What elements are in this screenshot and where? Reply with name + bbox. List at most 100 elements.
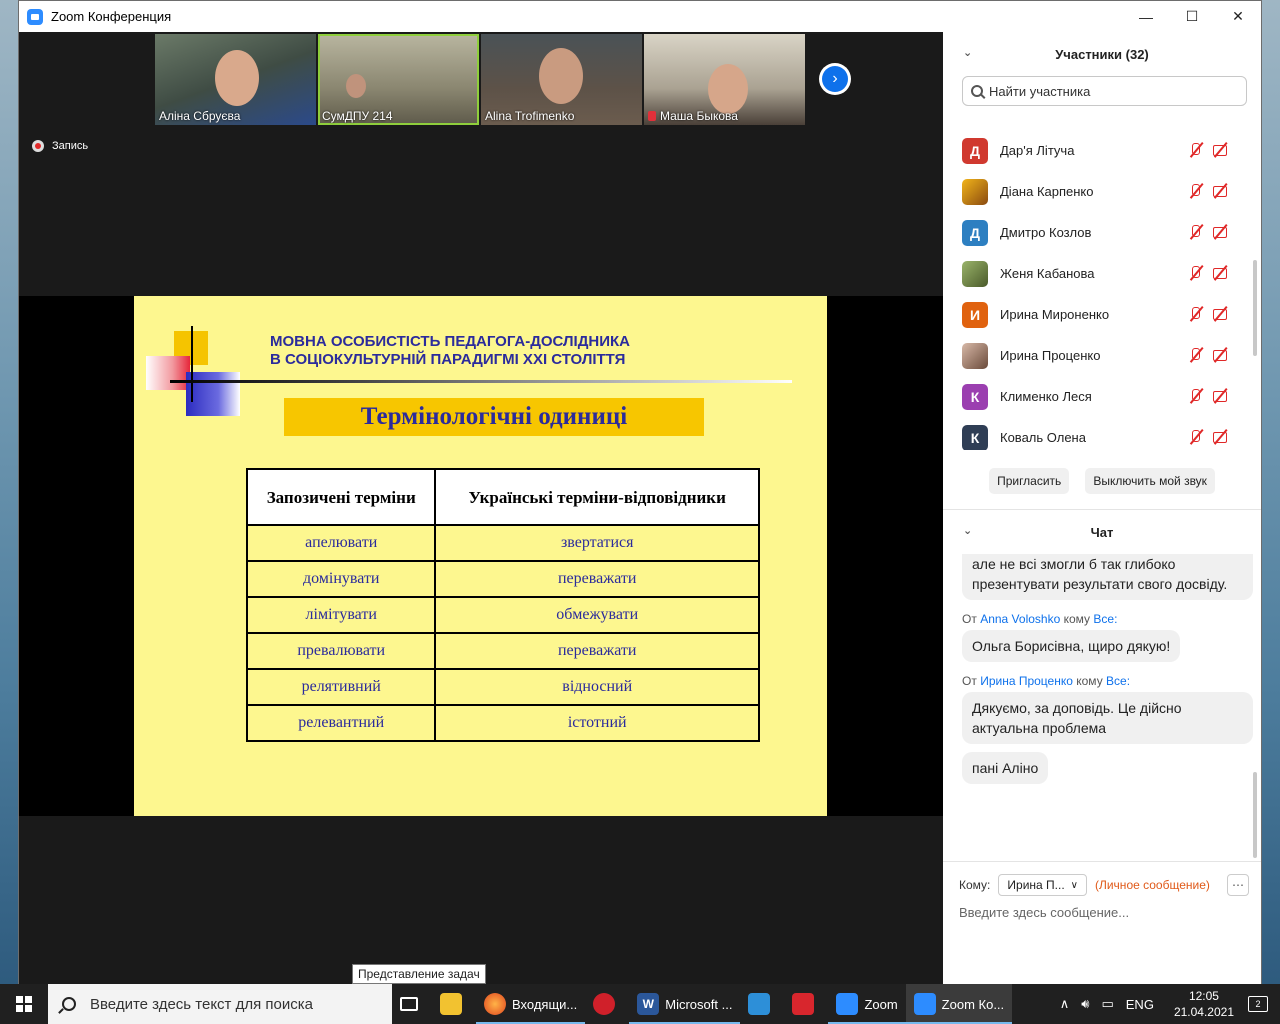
recipient-row: Кому: Ирина П... ∨ (Личное сообщение) ⋯ [959,874,1249,896]
participant-row[interactable]: Ирина Проценко [943,335,1251,376]
participant-row[interactable]: И Ирина Мироненко [943,294,1251,335]
sender-name[interactable]: Ирина Проценко [980,674,1073,688]
muted-mic-icon [648,111,656,121]
table-cell: переважати [434,632,760,670]
terms-table: Запозичені терміни Українські терміни-ві… [245,468,760,742]
language-indicator[interactable]: ENG [1126,997,1154,1012]
task-view-button[interactable] [392,984,432,1024]
maximize-button[interactable]: ☐ [1169,1,1215,32]
volume-icon[interactable]: 🔊︎ [1081,996,1089,1012]
participant-video [346,74,366,98]
mute-me-button[interactable]: Выключить мой звук [1085,468,1215,494]
chat-title: Чат [1090,524,1114,540]
table-row: релятивний відносний [245,668,760,706]
sender-name[interactable]: Anna Voloshko [980,612,1060,626]
windows-icon [16,996,32,1012]
video-off-icon [1213,307,1231,321]
taskbar-app-label: Zoom Ко... [941,996,1005,1012]
search-placeholder: Найти участника [989,83,1091,99]
video-thumbnail-active-speaker[interactable]: СумДПУ 214 [318,34,479,125]
taskbar-app-firefox[interactable]: Входящи... [476,984,586,1024]
clock-date: 21.04.2021 [1173,1005,1234,1019]
table-row: релевантний істотний [245,704,760,742]
to-word: кому [1076,674,1103,688]
from-word: От [962,674,977,688]
taskbar-app-pdf[interactable] [784,984,828,1024]
participant-row[interactable]: Женя Кабанова [943,253,1251,294]
recipient-name: Все: [1106,674,1131,688]
mic-muted-icon [1189,143,1203,157]
taskbar-app-zoom[interactable]: Zoom [828,984,906,1024]
table-cell: переважати [434,560,760,598]
table-cell: домінувати [245,560,437,598]
invite-button[interactable]: Пригласить [989,468,1070,494]
taskbar-app-word[interactable]: W Microsoft ... [629,984,741,1024]
notification-center-icon[interactable]: 2 [1248,996,1268,1012]
chevron-down-icon[interactable]: ⌄ [963,46,972,59]
chevron-down-icon[interactable]: ⌄ [963,524,972,537]
network-icon[interactable]: ▭ [1101,996,1113,1012]
video-thumbnail[interactable]: Аліна Сбруєва [155,34,316,125]
message-meta: От Anna Voloshko кому Все: [962,612,1253,626]
video-off-icon [1213,389,1231,403]
search-icon [971,85,983,97]
video-area: Аліна Сбруєва СумДПУ 214 Alina Trofimenk… [19,32,943,985]
taskbar-app-mail[interactable] [740,984,784,1024]
more-options-button[interactable]: ⋯ [1227,874,1249,896]
clock-time: 12:05 [1188,989,1219,1003]
file-explorer-button[interactable] [432,984,476,1024]
participant-name: Дар'я Літуча [1000,143,1075,158]
video-off-icon [1213,430,1231,444]
section-divider [943,861,1261,862]
clock[interactable]: 12:05 21.04.2021 [1174,988,1234,1020]
chat-scrollbar[interactable] [1253,772,1257,858]
screen-share-area: МОВНА ОСОБИСТІСТЬ ПЕДАГОГА-ДОСЛІДНИКА В … [19,296,943,816]
participant-video [539,48,583,104]
app-icon [593,993,616,1015]
mic-muted-icon [1189,430,1203,444]
participant-search-input[interactable]: Найти участника [962,76,1247,106]
video-off-icon [1213,266,1231,280]
window-title: Zoom Конференция [51,9,172,24]
from-word: От [962,612,977,626]
participant-row[interactable]: К Клименко Леся [943,376,1251,417]
participant-video [708,64,748,114]
taskbar-app-label: Входящи... [512,996,578,1012]
table-row: лімітувати обмежувати [245,596,760,634]
pdf-icon [792,993,815,1015]
chat-message-input[interactable]: Введите здесь сообщение... [959,905,1129,920]
participant-name: Женя Кабанова [1000,266,1095,281]
taskbar-app-zoom-meeting[interactable]: Zoom Ко... [905,984,1013,1024]
participant-name: Ирина Мироненко [1000,307,1110,322]
video-thumbnail[interactable]: Маша Быкова [644,34,805,125]
mail-icon [748,993,771,1015]
participant-row[interactable]: Д Дмитро Козлов [943,212,1251,253]
table-cell: релятивний [245,668,437,706]
mic-muted-icon [1189,348,1203,362]
side-panel: ⌄ Участники (32) Найти участника Д Дар'я… [943,32,1261,985]
taskbar-app-red[interactable] [585,984,629,1024]
record-icon [32,140,44,152]
avatar: Д [962,137,988,164]
taskbar-search-input[interactable]: Введите здесь текст для поиска [48,984,392,1024]
participant-row[interactable]: К Коваль Олена [943,417,1251,450]
table-cell: істотний [434,704,760,742]
recording-indicator[interactable]: Запись [32,140,88,152]
task-view-icon [400,997,418,1011]
participant-list-scrollbar[interactable] [1253,260,1257,356]
next-videos-button[interactable]: › [819,63,851,95]
start-button[interactable] [0,984,48,1024]
recipient-value: Ирина П... [1007,878,1065,892]
video-thumbnail[interactable]: Alina Trofimenko [481,34,642,125]
participant-row[interactable]: Д Дар'я Літуча [943,130,1251,171]
recipient-select[interactable]: Ирина П... ∨ [998,874,1087,896]
chat-header: ⌄ Чат [943,510,1261,554]
close-button[interactable]: ✕ [1215,1,1261,32]
thumbnail-name: Маша Быкова [660,109,738,123]
chevron-up-icon[interactable]: ∧ [1060,996,1070,1012]
minimize-button[interactable]: — [1123,1,1169,32]
participant-row[interactable]: Діана Карпенко [943,171,1251,212]
table-cell: релевантний [245,704,437,742]
table-cell: обмежувати [434,596,760,634]
recipient-name: Все: [1093,612,1118,626]
